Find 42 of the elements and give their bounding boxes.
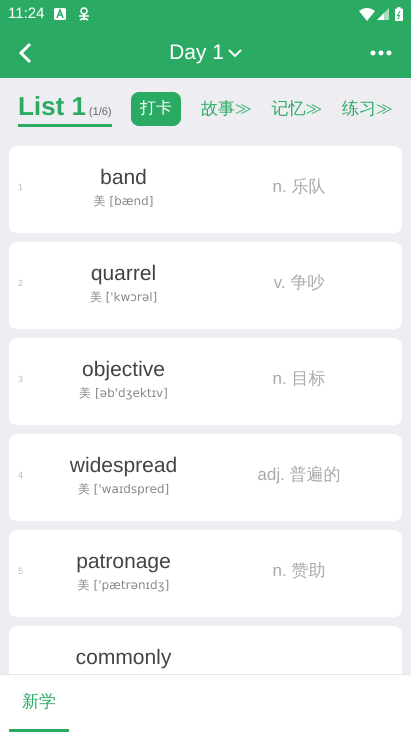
phonetic-text: 美 ['waɪdspred]	[78, 481, 170, 498]
bottom-tab[interactable]: 新学	[9, 675, 69, 732]
word-card[interactable]: 1 band 美 [bænd] n. 乐队	[9, 146, 402, 233]
signal-icon	[377, 8, 389, 20]
nav-link[interactable]: 记忆≫	[271, 96, 322, 122]
word-text: patronage	[76, 549, 171, 575]
status-time: 11:24	[8, 4, 44, 24]
word-card[interactable]: commonly	[9, 626, 402, 674]
word-number: 5	[18, 566, 24, 576]
check-in-button[interactable]: 打卡	[131, 92, 182, 126]
word-meaning: adj. 普遍的	[257, 464, 341, 486]
word-meaning: n. 目标	[272, 368, 326, 390]
word-number: 1	[18, 182, 24, 192]
phonetic-text: 美 ['pætrənɪdʒ]	[78, 577, 170, 594]
notification-icon	[54, 8, 66, 20]
list-tab[interactable]: List 1(1/6)	[18, 91, 112, 127]
wifi-icon	[359, 8, 375, 20]
battery-icon	[395, 7, 403, 21]
word-text: objective	[82, 357, 165, 383]
word-text: commonly	[76, 645, 172, 671]
day-dropdown[interactable]: Day 1	[169, 37, 242, 69]
phonetic-text: 美 [bænd]	[94, 193, 154, 210]
word-number: 2	[18, 278, 24, 288]
word-number: 3	[18, 374, 24, 384]
word-card[interactable]: 4 widespread 美 ['waɪdspred] adj. 普遍的	[9, 434, 402, 521]
word-meaning: n. 赞助	[272, 560, 326, 582]
word-text: band	[100, 165, 147, 191]
word-card[interactable]: 2 quarrel 美 ['kwɔrəl] v. 争吵	[9, 242, 402, 329]
word-text: quarrel	[90, 261, 156, 287]
word-card[interactable]: 3 objective 美 [əb'dʒektɪv] n. 目标	[9, 338, 402, 425]
more-icon	[370, 50, 392, 56]
phonetic-text: 美 ['kwɔrəl]	[90, 289, 158, 306]
chevron-down-icon	[228, 48, 242, 58]
word-card[interactable]: 5 patronage 美 ['pætrənɪdʒ] n. 赞助	[9, 530, 402, 617]
back-icon	[18, 42, 32, 64]
word-meaning: n. 乐队	[272, 176, 326, 198]
nav-link[interactable]: 故事≫	[200, 96, 252, 122]
word-meaning: v. 争吵	[274, 272, 324, 294]
nav-link[interactable]: 练习≫	[342, 96, 393, 122]
word-number: 4	[18, 470, 24, 480]
phonetic-text: 美 [əb'dʒektɪv]	[79, 385, 168, 402]
word-text: widespread	[70, 453, 178, 479]
